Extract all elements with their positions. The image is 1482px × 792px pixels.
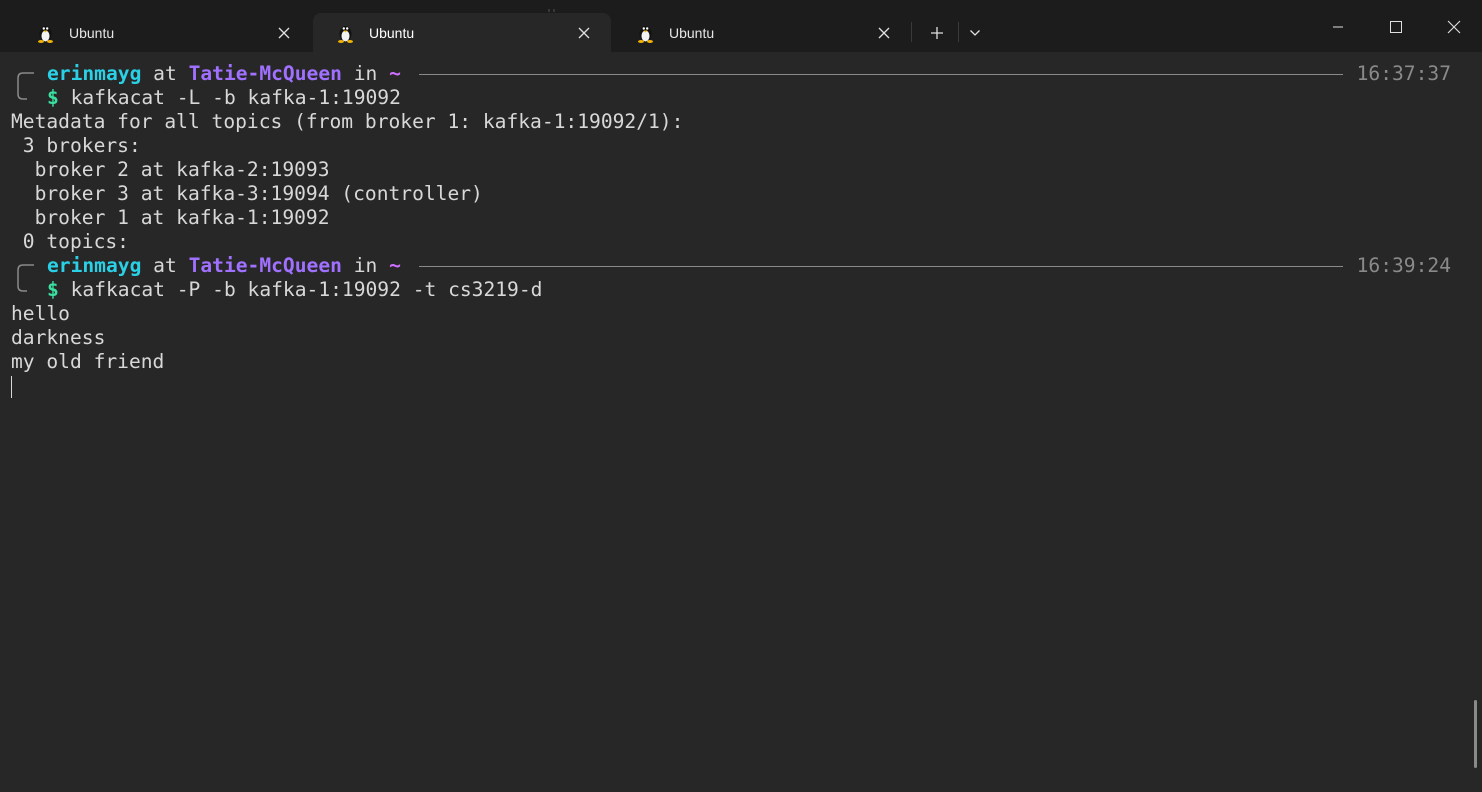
command-text: kafkacat -P -b kafka-1:19092 -t cs3219-d xyxy=(70,278,543,301)
plus-icon xyxy=(931,27,943,39)
title-bar: Ubuntu Ubuntu Ubuntu xyxy=(0,0,1482,52)
prompt-header: erinmayg at Tatie-McQueen in ~ xyxy=(47,254,401,278)
prompt-at: at xyxy=(153,254,177,277)
prompt-separator-line xyxy=(419,74,1343,75)
command-line: $ kafkacat -L -b kafka-1:19092 xyxy=(47,86,401,110)
prompt-bracket xyxy=(17,72,34,100)
tab-ubuntu-2[interactable]: Ubuntu xyxy=(313,13,611,52)
prompt-dollar: $ xyxy=(47,86,59,109)
close-icon[interactable] xyxy=(877,26,891,40)
prompt-in: in xyxy=(353,254,378,277)
output-line: Metadata for all topics (from broker 1: … xyxy=(11,110,684,133)
maximize-button[interactable] xyxy=(1376,12,1416,42)
text-cursor xyxy=(11,376,12,398)
prompt-in: in xyxy=(353,62,378,85)
prompt-at: at xyxy=(153,62,177,85)
prompt-user: erinmayg xyxy=(47,254,142,277)
close-icon xyxy=(1447,20,1461,34)
prompt-dollar: $ xyxy=(47,278,59,301)
new-tab-button[interactable] xyxy=(924,20,950,46)
prompt-dir: ~ xyxy=(389,254,401,277)
prompt-time: 16:37:37 xyxy=(1356,62,1451,85)
scrollbar-thumb[interactable] xyxy=(1474,700,1477,768)
tab-label: Ubuntu xyxy=(369,24,415,41)
prompt-time: 16:39:24 xyxy=(1356,254,1451,277)
close-icon[interactable] xyxy=(277,26,291,40)
minimize-button[interactable] xyxy=(1318,12,1358,42)
tab-label: Ubuntu xyxy=(669,24,715,41)
output-line: 3 brokers: xyxy=(11,134,141,157)
tab-ubuntu-3[interactable]: Ubuntu xyxy=(613,13,911,52)
tab-divider xyxy=(958,22,959,42)
tux-icon xyxy=(38,25,53,43)
maximize-icon xyxy=(1390,21,1402,33)
output-line: my old friend xyxy=(11,350,165,373)
tab-dropdown-button[interactable] xyxy=(964,22,986,44)
minimize-icon xyxy=(1333,26,1343,28)
prompt-host: Tatie-McQueen xyxy=(188,62,342,85)
output-line: hello xyxy=(11,302,70,325)
tab-ubuntu-1[interactable]: Ubuntu xyxy=(13,13,311,52)
prompt-separator-line xyxy=(419,266,1343,267)
output-line: broker 3 at kafka-3:19094 (controller) xyxy=(11,182,483,205)
output-line: broker 1 at kafka-1:19092 xyxy=(11,206,330,229)
command-line: $ kafkacat -P -b kafka-1:19092 -t cs3219… xyxy=(47,278,542,302)
prompt-bracket xyxy=(17,264,34,292)
command-text: kafkacat -L -b kafka-1:19092 xyxy=(70,86,401,109)
chevron-down-icon xyxy=(970,30,980,36)
prompt-dir: ~ xyxy=(389,62,401,85)
output-line: broker 2 at kafka-2:19093 xyxy=(11,158,330,181)
drag-handle[interactable] xyxy=(547,0,557,12)
terminal-pane[interactable]: erinmayg at Tatie-McQueen in ~ 16:37:37 … xyxy=(0,52,1482,792)
prompt-header: erinmayg at Tatie-McQueen in ~ xyxy=(47,62,401,86)
output-line: 0 topics: xyxy=(11,230,129,253)
prompt-host: Tatie-McQueen xyxy=(188,254,342,277)
close-icon[interactable] xyxy=(577,26,591,40)
tab-label: Ubuntu xyxy=(69,24,115,41)
prompt-user: erinmayg xyxy=(47,62,142,85)
tux-icon xyxy=(638,25,653,43)
output-line: darkness xyxy=(11,326,106,349)
window-close-button[interactable] xyxy=(1434,12,1474,42)
tab-divider xyxy=(911,22,912,42)
tux-icon xyxy=(338,25,353,43)
